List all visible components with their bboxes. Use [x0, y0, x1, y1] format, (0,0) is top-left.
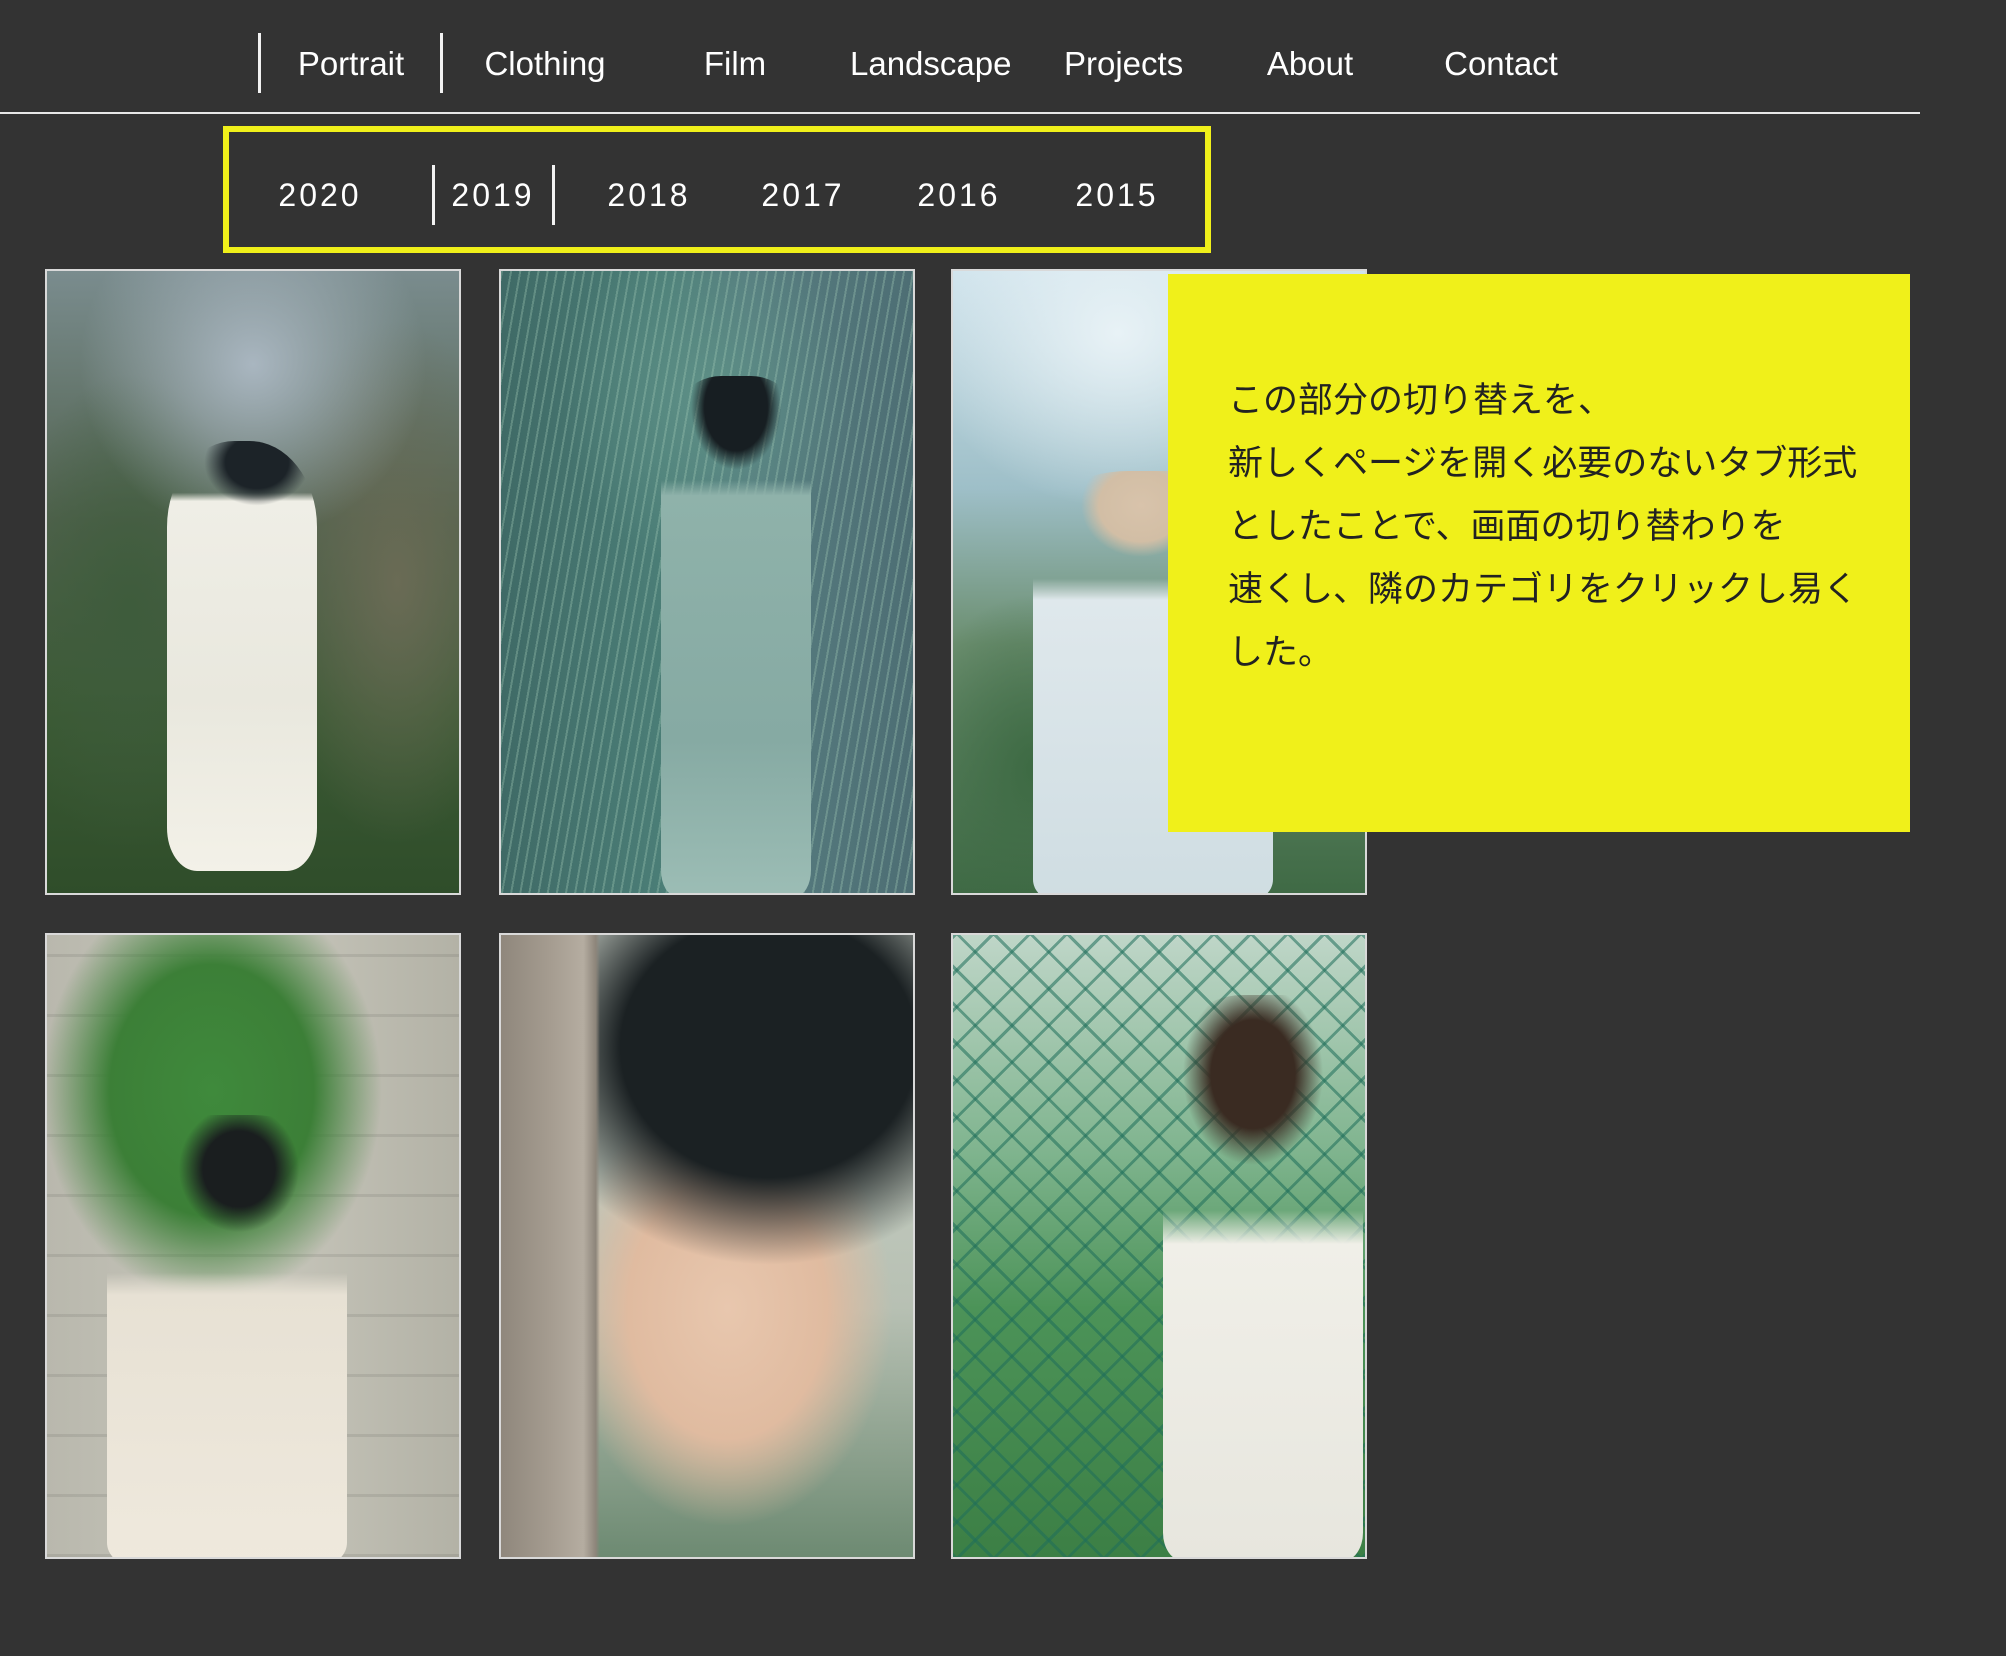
photo-subject	[661, 376, 811, 893]
tab-2016[interactable]: 2016	[914, 170, 1004, 220]
nav-item-projects[interactable]: Projects	[1064, 40, 1183, 88]
gallery-photo[interactable]	[45, 933, 461, 1559]
nav-separator	[440, 33, 443, 93]
nav-item-landscape[interactable]: Landscape	[850, 40, 1011, 88]
tab-2017[interactable]: 2017	[758, 170, 848, 220]
tab-2019[interactable]: 2019	[448, 170, 538, 220]
nav-separator	[258, 33, 261, 93]
year-tabs-highlight	[223, 126, 1211, 253]
photo-image	[501, 935, 913, 1557]
main-nav: Portrait Clothing Film Landscape Project…	[0, 0, 1920, 114]
note-tag	[1523, 280, 1553, 294]
gallery-photo[interactable]	[45, 269, 461, 895]
note-text-line: この部分の切り替えを、	[1228, 381, 1614, 421]
note-text-line: した。	[1228, 633, 1334, 673]
photo-subject	[167, 441, 317, 871]
tab-2015[interactable]: 2015	[1072, 170, 1162, 220]
photo-subject	[107, 1115, 347, 1557]
note-text-line: としたことで、画面の切り替わりを	[1228, 507, 1786, 547]
gallery-photo[interactable]	[951, 933, 1367, 1559]
gallery-photo[interactable]	[499, 933, 915, 1559]
nav-item-portrait[interactable]: Portrait	[296, 40, 406, 88]
nav-item-film[interactable]: Film	[700, 40, 770, 88]
tab-2018[interactable]: 2018	[604, 170, 694, 220]
year-tab-separator	[432, 165, 435, 225]
photo-subject	[1163, 995, 1363, 1557]
tab-2020[interactable]: 2020	[270, 170, 370, 220]
nav-item-about[interactable]: About	[1262, 40, 1358, 88]
annotation-note: この部分の切り替えを、 新しくページを開く必要のないタブ形式 としたことで、画面…	[1168, 274, 1910, 832]
nav-item-clothing[interactable]: Clothing	[482, 40, 608, 88]
year-tab-separator	[552, 165, 555, 225]
note-text-line: 新しくページを開く必要のないタブ形式	[1228, 444, 1858, 484]
gallery-photo[interactable]	[499, 269, 915, 895]
note-text-line: 速くし、隣のカテゴリをクリックし易く	[1228, 570, 1859, 610]
nav-item-contact[interactable]: Contact	[1440, 40, 1562, 88]
